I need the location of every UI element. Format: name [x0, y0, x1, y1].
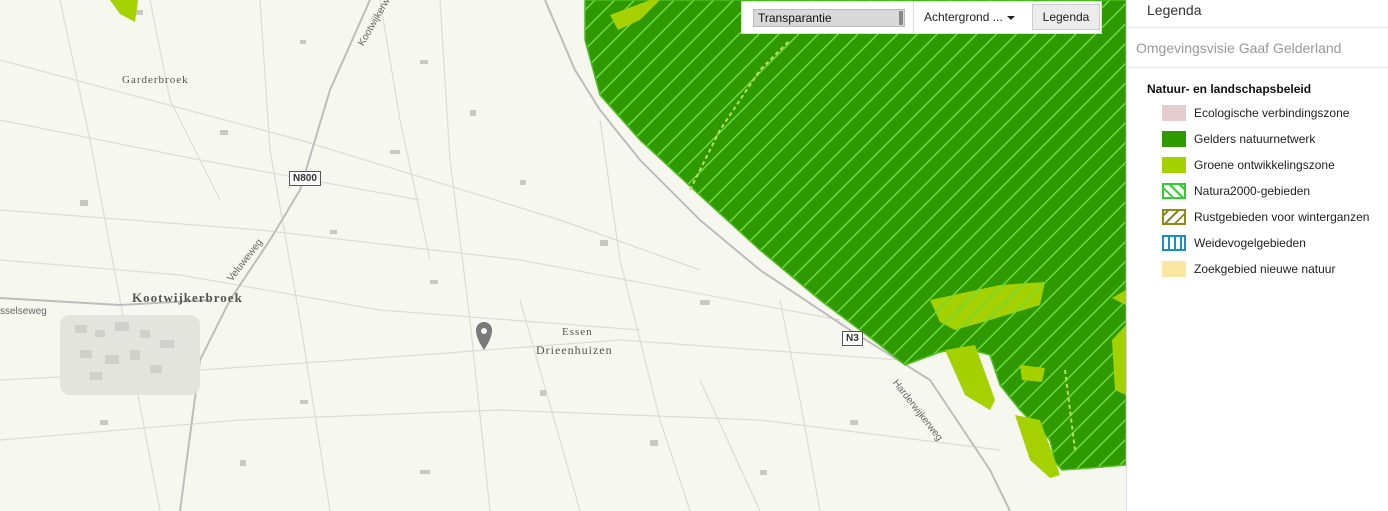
legend-swatch [1162, 105, 1186, 121]
legend-label: Ecologische verbindingszone [1194, 106, 1350, 120]
legend-section-title: Natuur- en landschapsbeleid [1147, 82, 1312, 96]
map-view[interactable]: Garderbroek Kootwijkerbroek Essen Drieen… [0, 0, 1126, 511]
place-label: Drieenhuizen [536, 343, 613, 357]
legend-label: Gelders natuurnetwerk [1194, 132, 1316, 146]
transparency-label: Transparantie [758, 11, 832, 25]
location-pin-icon[interactable] [476, 322, 492, 350]
slider-handle[interactable] [899, 11, 903, 25]
route-shield: N3 [842, 331, 863, 346]
legend-item: Groene ontwikkelingszone [1162, 155, 1335, 175]
route-shield: N800 [289, 171, 321, 186]
legend-label: Zoekgebied nieuwe natuur [1194, 262, 1336, 276]
legend-label: Natura2000-gebieden [1194, 184, 1311, 198]
transparency-slider[interactable]: Transparantie [753, 9, 905, 27]
legend-swatch [1162, 235, 1186, 251]
panel-subtitle[interactable]: Omgevingsvisie Gaaf Gelderland [1136, 40, 1341, 56]
legend-item: Natura2000-gebieden [1162, 181, 1310, 201]
legend-item: Zoekgebied nieuwe natuur [1162, 259, 1335, 279]
legend-panel: Legenda Omgevingsvisie Gaaf Gelderland N… [1126, 0, 1388, 511]
legend-label: Weidevogelgebieden [1194, 236, 1306, 250]
background-dropdown[interactable]: Achtergrond ... [924, 10, 1015, 24]
legend-label: Rustgebieden voor winterganzen [1194, 210, 1370, 224]
road-label: sselseweg [0, 306, 47, 317]
legend-swatch [1162, 261, 1186, 277]
place-label: Garderbroek [122, 74, 189, 86]
toolbar-divider [913, 2, 914, 33]
legend-item: Ecologische verbindingszone [1162, 103, 1349, 123]
caret-down-icon [1006, 15, 1015, 20]
background-dropdown-label: Achtergrond ... [924, 10, 1003, 24]
map-toolbar: Transparantie Achtergrond ... Legenda [741, 1, 1102, 34]
legend-swatch [1162, 183, 1186, 199]
divider [1127, 27, 1388, 28]
legend-item: Gelders natuurnetwerk [1162, 129, 1315, 149]
legend-label: Groene ontwikkelingszone [1194, 158, 1335, 172]
legend-swatch [1162, 131, 1186, 147]
place-label: Essen [562, 326, 593, 338]
legend-swatch [1162, 209, 1186, 225]
panel-title: Legenda [1147, 2, 1202, 18]
place-label: Kootwijkerbroek [132, 290, 243, 305]
divider [1127, 67, 1388, 68]
legend-button[interactable]: Legenda [1032, 4, 1100, 30]
legend-item: Weidevogelgebieden [1162, 233, 1306, 253]
legend-swatch [1162, 157, 1186, 173]
legend-item: Rustgebieden voor winterganzen [1162, 207, 1369, 227]
